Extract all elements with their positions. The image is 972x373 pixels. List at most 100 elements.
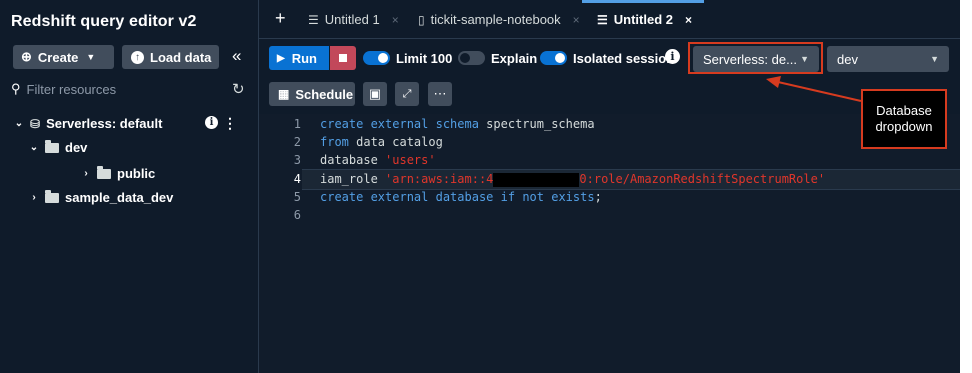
caret-down-icon: ▼ bbox=[86, 52, 96, 62]
upload-icon: ↑ bbox=[131, 50, 144, 64]
database-value: dev bbox=[837, 51, 858, 67]
explain-label: Explain bbox=[491, 51, 538, 66]
code-keyword: create external database if bbox=[320, 190, 516, 204]
isolated-session-toggle[interactable] bbox=[540, 51, 567, 65]
notebook-tab-icon: ▯ bbox=[418, 12, 425, 27]
load-data-label: Load data bbox=[150, 49, 212, 65]
filter-placeholder: Filter resources bbox=[26, 81, 117, 97]
filter-resources-input[interactable]: ⚲ Filter resources bbox=[11, 79, 219, 99]
code-text: iam_role bbox=[320, 172, 378, 186]
chevron-down-icon: ⌄ bbox=[14, 118, 24, 129]
ellipsis-icon: ⋯ bbox=[433, 86, 447, 101]
redaction-block bbox=[493, 172, 580, 187]
tab-label: Untitled 2 bbox=[613, 12, 673, 27]
code-line-3: database 'users' bbox=[320, 153, 436, 167]
tree-item-public[interactable]: › public bbox=[81, 165, 156, 181]
serverless-icon: ⛁ bbox=[30, 116, 41, 131]
line-number: 1 bbox=[293, 117, 301, 131]
line-number: 6 bbox=[293, 208, 301, 222]
code-keyword: from bbox=[320, 135, 349, 149]
more-actions-button[interactable]: ⋯ bbox=[428, 82, 452, 106]
collapse-sidebar-icon[interactable]: « bbox=[232, 46, 241, 66]
database-dropdown-callout: Database dropdown bbox=[861, 89, 947, 149]
editor-tab-icon: ☰ bbox=[597, 12, 608, 27]
close-tab-icon[interactable]: × bbox=[573, 13, 580, 27]
chevron-right-icon: › bbox=[32, 192, 36, 203]
line-number: 2 bbox=[293, 135, 301, 149]
editor-tab-icon: ☰ bbox=[308, 12, 319, 27]
save-icon: ▣ bbox=[368, 86, 382, 101]
tree-item-dev[interactable]: ⌄ dev bbox=[29, 139, 88, 155]
query-editor-app: Redshift query editor v2 ⊕ Create ▼ ↑ Lo… bbox=[0, 0, 960, 373]
stop-icon bbox=[339, 54, 347, 62]
code-line-5: create external database if not exists; bbox=[320, 190, 602, 204]
fullscreen-button[interactable]: ⤢ bbox=[395, 82, 419, 106]
code-text: database bbox=[320, 153, 378, 167]
sidebar: Redshift query editor v2 ⊕ Create ▼ ↑ Lo… bbox=[0, 0, 259, 373]
limit-label: Limit 100 bbox=[396, 51, 453, 66]
folder-icon bbox=[45, 139, 59, 153]
create-button-label: Create bbox=[37, 49, 79, 65]
code-line-2: from data catalog bbox=[320, 135, 443, 149]
tab-untitled-1[interactable]: ☰ Untitled 1 × bbox=[308, 12, 399, 27]
line-number: 5 bbox=[293, 190, 301, 204]
limit-toggle[interactable] bbox=[363, 51, 390, 65]
tab-label: tickit-sample-notebook bbox=[430, 12, 561, 27]
search-icon: ⚲ bbox=[11, 81, 21, 96]
info-icon[interactable]: i bbox=[205, 116, 218, 129]
schedule-button[interactable]: ▦ Schedule bbox=[269, 82, 355, 106]
tab-bar: + ☰ Untitled 1 × ▯ tickit-sample-noteboo… bbox=[259, 0, 960, 39]
run-label: Run bbox=[291, 50, 317, 66]
load-data-button[interactable]: ↑ Load data bbox=[122, 45, 219, 69]
code-text: spectrum_schema bbox=[478, 117, 595, 131]
refresh-icon[interactable]: ↻ bbox=[232, 80, 245, 98]
tab-untitled-2[interactable]: ☰ Untitled 2 × bbox=[597, 12, 692, 27]
line-number: 3 bbox=[293, 153, 301, 167]
sql-editor[interactable]: 1 2 3 4 5 6 create external schema spect… bbox=[259, 114, 960, 373]
folder-open-icon bbox=[97, 165, 111, 179]
code-line-4: iam_role 'arn:aws:iam::4 0:role/AmazonRed… bbox=[320, 172, 825, 187]
tab-label: Untitled 1 bbox=[324, 12, 380, 27]
folder-icon bbox=[45, 189, 59, 203]
app-title: Redshift query editor v2 bbox=[11, 13, 197, 30]
callout-line-2: dropdown bbox=[875, 119, 933, 134]
chevron-down-icon: ⌄ bbox=[29, 142, 39, 153]
close-tab-icon[interactable]: × bbox=[685, 13, 692, 27]
tree-item-label: dev bbox=[65, 140, 88, 155]
code-keyword: exists bbox=[551, 190, 595, 204]
code-keyword: create external schema bbox=[320, 117, 479, 131]
line-number: 4 bbox=[293, 172, 301, 186]
run-button-group: ▶ Run bbox=[269, 46, 356, 70]
play-icon: ▶ bbox=[277, 52, 285, 64]
isolated-session-label: Isolated session bbox=[573, 51, 675, 66]
code-text: ; bbox=[594, 190, 602, 204]
tab-tickit-sample-notebook[interactable]: ▯ tickit-sample-notebook × bbox=[418, 12, 580, 27]
calendar-icon: ▦ bbox=[278, 87, 290, 101]
tree-item-label: sample_data_dev bbox=[65, 190, 174, 205]
run-button[interactable]: ▶ Run bbox=[269, 46, 329, 70]
chevron-right-icon: › bbox=[84, 168, 88, 179]
code-string: 'arn:aws:iam::4 bbox=[385, 172, 494, 186]
create-button[interactable]: ⊕ Create ▼ bbox=[13, 45, 114, 69]
code-line-1: create external schema spectrum_schema bbox=[320, 117, 595, 131]
annotation-highlight-box bbox=[688, 42, 823, 74]
code-keyword: not bbox=[522, 190, 544, 204]
stop-button[interactable] bbox=[330, 46, 356, 70]
tree-item-serverless-default[interactable]: ⌄ ⛁ Serverless: default bbox=[14, 116, 163, 131]
more-options-icon[interactable]: ⋮ bbox=[223, 115, 237, 132]
new-tab-icon[interactable]: + bbox=[275, 8, 286, 29]
caret-down-icon: ▼ bbox=[930, 54, 939, 64]
active-tab-indicator bbox=[582, 0, 704, 3]
code-text: data catalog bbox=[348, 135, 443, 149]
close-tab-icon[interactable]: × bbox=[392, 13, 399, 27]
save-button[interactable]: ▣ bbox=[363, 82, 387, 106]
plus-circle-icon: ⊕ bbox=[21, 49, 32, 64]
schedule-label: Schedule bbox=[295, 86, 354, 102]
info-icon[interactable]: i bbox=[665, 49, 680, 64]
tree-item-sample-data-dev[interactable]: › sample_data_dev bbox=[29, 189, 174, 205]
database-select[interactable]: dev ▼ bbox=[827, 46, 949, 72]
tree-item-label: public bbox=[117, 166, 156, 181]
explain-toggle[interactable] bbox=[458, 51, 485, 65]
callout-line-1: Database bbox=[876, 103, 932, 118]
tree-item-label: Serverless: default bbox=[46, 116, 163, 131]
